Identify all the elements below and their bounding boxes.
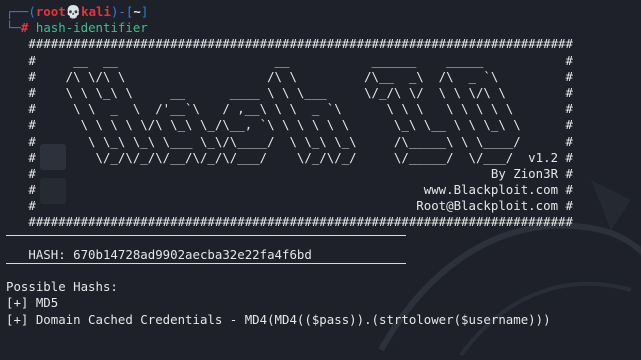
banner-line: # \ \ \ \ \/\ \_\ \_/\__, `\ \ \ \ \ \ \…: [6, 117, 573, 133]
banner-line: ########################################…: [6, 36, 573, 52]
prompt-frame-bottom: └─: [6, 20, 21, 36]
banner-line: # By Zion3R #: [6, 165, 573, 181]
prompt-frame-top: ┌──(: [6, 4, 36, 19]
divider-row: [6, 263, 636, 279]
divider-bottom: [6, 263, 406, 264]
terminal-output[interactable]: ┌──(root💀kali)-[~] └─# hash-identifier #…: [6, 4, 636, 328]
prompt-frame-close: ]: [140, 4, 149, 19]
result-item: [+] MD5: [6, 295, 59, 311]
banner-line: # \ \ \_\ \ __ ____ \ \ \___ \/_/\ \/ \ …: [6, 84, 573, 100]
hash-input-line: HASH: 670b14728ad9902aecba32e22fa4f6bd: [6, 246, 312, 262]
banner-line: # Root@Blackploit.com #: [6, 198, 573, 214]
banner-line: # \/_/\/_/\/__/\/_/\/___/ \/_/\/_/ \/___…: [6, 149, 573, 165]
banner-line: ########################################…: [6, 214, 573, 230]
banner-line: # \ \_\ \_\ \___ \_\/\____/ \ \_\ \_\ /\…: [6, 133, 573, 149]
divider-top: [6, 234, 406, 236]
banner-line: # __ __ __ ______ _____ #: [6, 52, 573, 68]
prompt-header: ┌──(root💀kali)-[~]: [6, 4, 636, 20]
prompt-symbol: #: [20, 20, 29, 36]
skull-icon: 💀: [65, 4, 82, 19]
hash-id-banner: ########################################…: [6, 36, 636, 230]
banner-line: # \ \ _ \ /'__`\ / ,__\ \ \ _ `\ \ \ \ \…: [6, 101, 573, 117]
divider-row: [6, 231, 636, 247]
banner-line: # /\ \/\ \ /\ \ /\__ _\ /\ _ `\ #: [6, 68, 573, 84]
prompt-frame-mid: )-[: [110, 4, 134, 19]
result-item: [+] Domain Cached Credentials - MD4(MD4(…: [6, 311, 551, 327]
prompt-command-line: └─# hash-identifier: [6, 20, 636, 36]
prompt-cwd: ~: [133, 4, 141, 19]
prompt-command: hash-identifier: [35, 20, 148, 36]
banner-line: # www.Blackploit.com #: [6, 182, 573, 198]
prompt-host: kali: [81, 4, 111, 19]
prompt-user: root: [35, 4, 66, 19]
results-heading: Possible Hashs:: [6, 279, 118, 295]
